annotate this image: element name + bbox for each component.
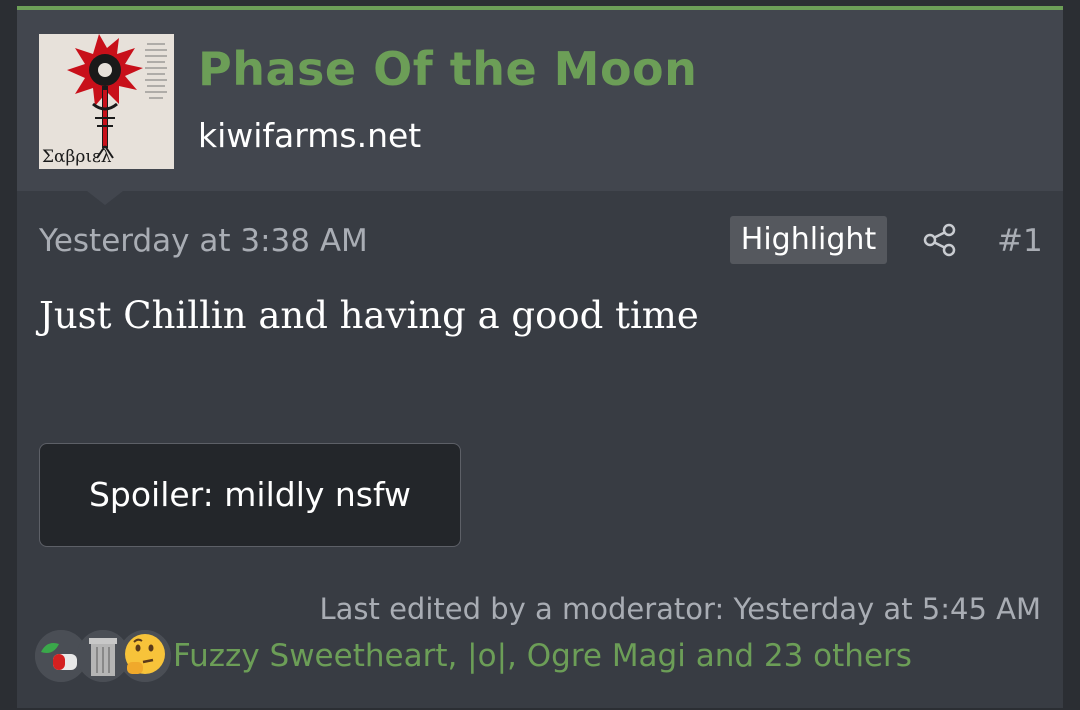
header-arrow	[87, 191, 123, 205]
last-edited-note: Last edited by a moderator: Yesterday at…	[319, 592, 1041, 626]
reaction-users-link[interactable]: Fuzzy Sweetheart, |o|, Ogre Magi and 23 …	[173, 638, 912, 674]
spoiler-button[interactable]: Spoiler: mildly nsfw	[39, 443, 461, 547]
svg-text:Σαβριελ: Σαβριελ	[42, 147, 112, 167]
highlight-button[interactable]: Highlight	[730, 216, 887, 264]
user-title: kiwifarms.net	[198, 116, 422, 155]
post-number-link[interactable]: #1	[997, 223, 1043, 259]
username[interactable]: Phase Of the Moon	[198, 42, 697, 96]
user-header: Σαβριελ Phase Of the Moon kiwifarms.net	[17, 10, 1063, 191]
post-date[interactable]: Yesterday at 3:38 AM	[39, 223, 368, 259]
thinking-face-reaction-icon[interactable]	[119, 630, 171, 682]
forum-post: Σαβριελ Phase Of the Moon kiwifarms.net …	[17, 6, 1063, 708]
reactions-bar: Fuzzy Sweetheart, |o|, Ogre Magi and 23 …	[35, 630, 1045, 686]
post-body-text: Just Chillin and having a good time	[39, 294, 699, 337]
user-avatar[interactable]: Σαβριελ	[39, 34, 174, 169]
share-icon[interactable]	[922, 222, 958, 258]
avatar-sigil-image: Σαβριελ	[39, 34, 174, 169]
